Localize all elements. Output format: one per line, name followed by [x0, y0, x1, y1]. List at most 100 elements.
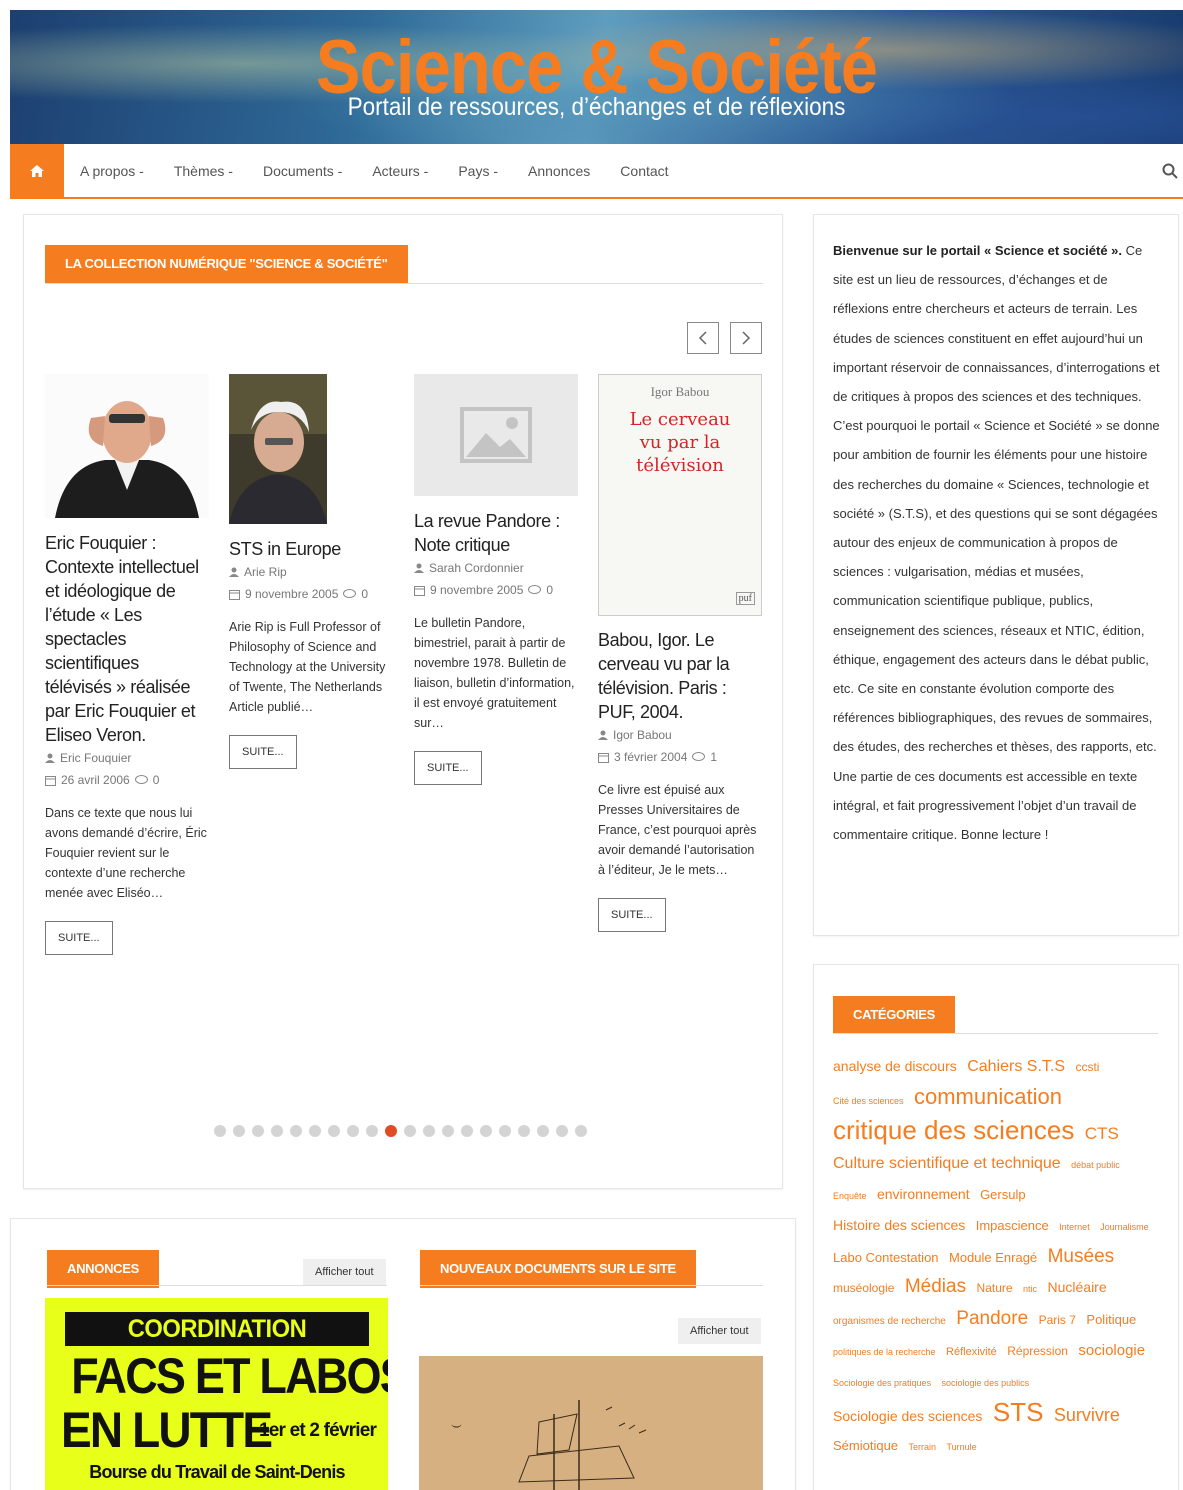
category-tag[interactable]: Gersulp	[980, 1187, 1026, 1202]
carousel-dot[interactable]	[385, 1125, 397, 1137]
card-thumbnail-placeholder[interactable]	[414, 374, 578, 496]
read-more-button[interactable]: SUITE...	[414, 751, 482, 785]
nav-item-a-propos[interactable]: A propos -	[80, 163, 144, 179]
category-tag[interactable]: CTS	[1085, 1124, 1119, 1143]
carousel-dot[interactable]	[328, 1125, 340, 1137]
category-tag[interactable]: Sociologie des sciences	[833, 1408, 982, 1424]
category-tag[interactable]: Turnule	[946, 1442, 976, 1452]
nav-item-documents[interactable]: Documents -	[263, 163, 342, 179]
category-tag[interactable]: Pandore	[956, 1308, 1028, 1329]
category-tag[interactable]: Sémiotique	[833, 1438, 898, 1453]
card-comment-count[interactable]: 0	[546, 583, 553, 597]
card-meta: 26 avril 2006 0	[45, 773, 209, 787]
carousel-dot[interactable]	[309, 1125, 321, 1137]
category-tag[interactable]: Nucléaire	[1047, 1279, 1106, 1295]
category-tag[interactable]: Culture scientifique et technique	[833, 1155, 1061, 1172]
home-button[interactable]	[10, 144, 64, 197]
nav-item-acteurs[interactable]: Acteurs -	[372, 163, 428, 179]
card-title[interactable]: La revue Pandore : Note critique	[414, 509, 578, 557]
card-date[interactable]: 3 février 2004	[614, 750, 687, 764]
category-tag[interactable]: STS	[993, 1397, 1044, 1427]
carousel-dot[interactable]	[575, 1125, 587, 1137]
carousel-dot[interactable]	[499, 1125, 511, 1137]
card-author-name[interactable]: Eric Fouquier	[60, 751, 131, 765]
card-title[interactable]: STS in Europe	[229, 537, 393, 561]
carousel-dot[interactable]	[480, 1125, 492, 1137]
category-tag[interactable]: Labo Contestation	[833, 1250, 939, 1265]
nav-item-themes[interactable]: Thèmes -	[174, 163, 233, 179]
category-tag[interactable]: Nature	[977, 1281, 1013, 1295]
read-more-button[interactable]: SUITE...	[45, 921, 113, 955]
carousel-next-button[interactable]	[730, 322, 762, 354]
card-author-name[interactable]: Sarah Cordonnier	[429, 561, 524, 575]
nav-item-contact[interactable]: Contact	[620, 163, 668, 179]
category-tag[interactable]: sociologie des publics	[942, 1378, 1030, 1388]
new-document-thumbnail[interactable]: (	[419, 1356, 763, 1490]
category-tag[interactable]: ccsti	[1075, 1060, 1099, 1074]
card-thumbnail-fouquier[interactable]	[45, 374, 209, 518]
category-tag[interactable]: Médias	[905, 1276, 966, 1297]
card-thumbnail-rip[interactable]	[229, 374, 327, 524]
carousel-dot[interactable]	[442, 1125, 454, 1137]
category-tag[interactable]: Sociologie des pratiques	[833, 1378, 931, 1388]
category-tag[interactable]: communication	[914, 1084, 1062, 1109]
card-date[interactable]: 9 novembre 2005	[430, 583, 523, 597]
category-tag[interactable]: Réflexivité	[946, 1346, 997, 1358]
card-date[interactable]: 9 novembre 2005	[245, 587, 338, 601]
nav-item-pays[interactable]: Pays -	[458, 163, 498, 179]
category-tag[interactable]: Politique	[1086, 1312, 1136, 1327]
card-title[interactable]: Babou, Igor. Le cerveau vu par la télévi…	[598, 628, 762, 724]
category-tag[interactable]: Paris 7	[1039, 1313, 1076, 1327]
category-tag[interactable]: Internet	[1059, 1222, 1090, 1232]
read-more-button[interactable]: SUITE...	[598, 898, 666, 932]
category-tag[interactable]: Terrain	[909, 1442, 937, 1452]
carousel-dot[interactable]	[233, 1125, 245, 1137]
category-tag[interactable]: critique des sciences	[833, 1115, 1074, 1145]
carousel-dot[interactable]	[271, 1125, 283, 1137]
category-tag[interactable]: Enquête	[833, 1191, 867, 1201]
category-tag[interactable]: ntic	[1023, 1284, 1037, 1294]
carousel-dot[interactable]	[347, 1125, 359, 1137]
category-tag[interactable]: Impascience	[976, 1218, 1049, 1233]
carousel-dot[interactable]	[366, 1125, 378, 1137]
nav-item-annonces[interactable]: Annonces	[528, 163, 590, 179]
category-tag[interactable]: Cahiers S.T.S	[967, 1058, 1065, 1075]
category-tag[interactable]: débat public	[1071, 1160, 1120, 1170]
carousel-dot[interactable]	[423, 1125, 435, 1137]
card-comment-count[interactable]: 0	[361, 587, 368, 601]
category-tag[interactable]: Cité des sciences	[833, 1096, 904, 1106]
card-title[interactable]: Eric Fouquier : Contexte intellectuel et…	[45, 531, 209, 747]
carousel-dot[interactable]	[518, 1125, 530, 1137]
carousel-dot[interactable]	[404, 1125, 416, 1137]
category-tag[interactable]: Répression	[1007, 1344, 1068, 1358]
category-tag[interactable]: environnement	[877, 1186, 970, 1202]
carousel-dot[interactable]	[252, 1125, 264, 1137]
category-tag[interactable]: Musées	[1048, 1246, 1115, 1267]
category-tag[interactable]: analyse de discours	[833, 1058, 957, 1074]
category-tag[interactable]: Histoire des sciences	[833, 1217, 965, 1233]
category-tag[interactable]: sociologie	[1078, 1342, 1145, 1359]
category-tag[interactable]: politiques de la recherche	[833, 1347, 936, 1357]
carousel-dot[interactable]	[537, 1125, 549, 1137]
search-icon[interactable]	[1161, 162, 1179, 180]
carousel-dot[interactable]	[556, 1125, 568, 1137]
card-date[interactable]: 26 avril 2006	[61, 773, 130, 787]
new-documents-show-all-button[interactable]: Afficher tout	[678, 1318, 761, 1344]
card-author-name[interactable]: Arie Rip	[244, 565, 287, 579]
card-author-name[interactable]: Igor Babou	[613, 728, 672, 742]
carousel-dot[interactable]	[214, 1125, 226, 1137]
carousel-dot[interactable]	[290, 1125, 302, 1137]
carousel-prev-button[interactable]	[687, 322, 719, 354]
annonces-show-all-button[interactable]: Afficher tout	[303, 1259, 386, 1285]
card-comment-count[interactable]: 1	[710, 750, 717, 764]
category-tag[interactable]: organismes de recherche	[833, 1316, 946, 1327]
annonces-poster[interactable]: COORDINATION NATIONALE FACS ET LABOS EN …	[45, 1298, 388, 1490]
category-tag[interactable]: muséologie	[833, 1281, 894, 1295]
category-tag[interactable]: Survivre	[1054, 1405, 1120, 1425]
card-comment-count[interactable]: 0	[153, 773, 160, 787]
card-thumbnail-book[interactable]: Igor Babou Le cerveau vu par la télévisi…	[598, 374, 762, 616]
carousel-dot[interactable]	[461, 1125, 473, 1137]
read-more-button[interactable]: SUITE...	[229, 735, 297, 769]
category-tag[interactable]: Module Enragé	[949, 1250, 1037, 1265]
category-tag[interactable]: Journalisme	[1100, 1222, 1149, 1232]
